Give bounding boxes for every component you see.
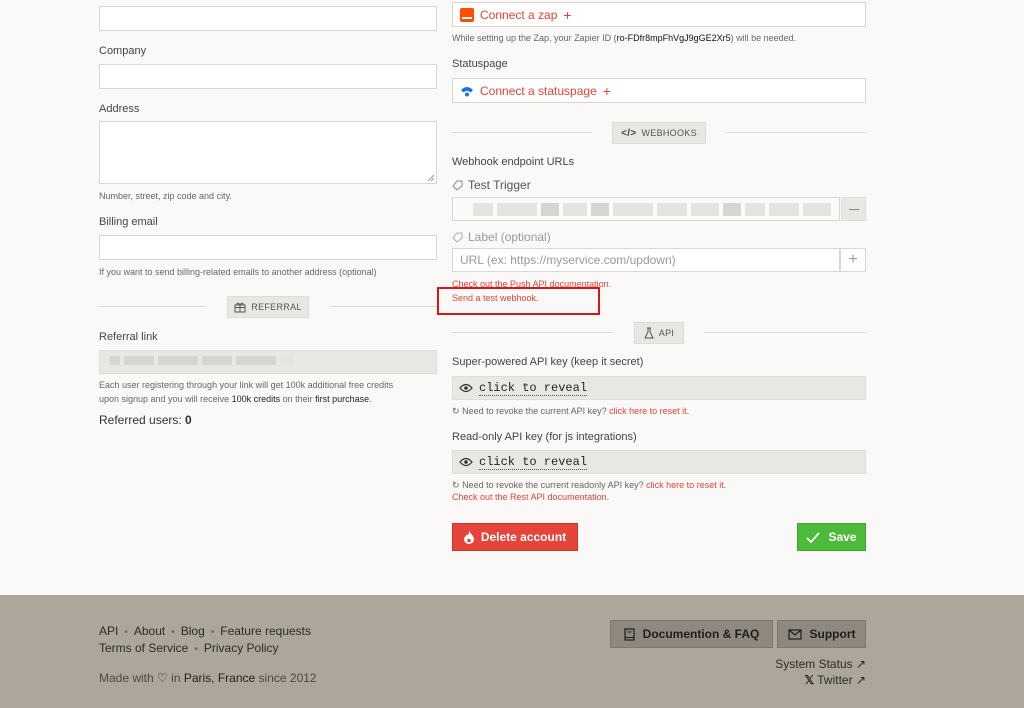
check-icon — [806, 531, 821, 543]
webhook-urls-label: Webhook endpoint URLs — [452, 156, 575, 168]
refresh-icon: ↻ — [452, 406, 460, 416]
footer-link-terms[interactable]: Terms of Service — [99, 641, 188, 655]
eye-icon — [459, 457, 473, 467]
readonly-key-reveal[interactable]: click to reveal — [452, 450, 866, 474]
system-status-link[interactable]: System Status ↗ — [775, 657, 866, 671]
heart-icon: ♡ — [157, 671, 168, 685]
webhooks-divider-right — [726, 132, 866, 133]
add-webhook-button[interactable]: + — [840, 248, 866, 272]
address-textarea[interactable] — [99, 121, 437, 184]
x-logo-icon: 𝕏 — [804, 673, 815, 687]
company-field[interactable] — [99, 64, 437, 89]
referral-link-label: Referral link — [99, 331, 158, 343]
api-divider-left — [452, 332, 614, 333]
new-webhook-url-field[interactable]: URL (ex: https://myservice.com/updown) — [452, 248, 840, 272]
referral-divider-right — [330, 306, 437, 307]
reset-readonly-key-link[interactable]: click here to reset it. — [646, 480, 726, 490]
flask-icon — [643, 327, 654, 339]
made-with-text: Made with ♡ in Paris, France since 2012 — [99, 671, 317, 685]
footer-link-api[interactable]: API — [99, 624, 118, 638]
connect-statuspage-label: Connect a statuspage — [480, 83, 597, 98]
save-button[interactable]: Save — [797, 523, 866, 551]
webhooks-divider-left — [452, 132, 592, 133]
referral-divider-left — [99, 306, 206, 307]
footer-link-privacy[interactable]: Privacy Policy — [204, 641, 279, 655]
api-chip-label: API — [658, 328, 675, 338]
twitter-link[interactable]: 𝕏 Twitter ↗ — [804, 673, 866, 687]
reset-api-key-link[interactable]: click here to reset it. — [609, 406, 689, 416]
api-key-label: Super-powered API key (keep it secret) — [452, 356, 644, 368]
rest-api-doc-link[interactable]: Check out the Rest API documentation. — [452, 492, 609, 502]
book-icon — [624, 627, 635, 641]
paris-link[interactable]: Paris, France — [184, 671, 255, 685]
address-help: Number, street, zip code and city. — [99, 191, 232, 201]
eye-icon — [459, 383, 473, 393]
billing-email-field[interactable] — [99, 235, 437, 260]
minus-icon — [848, 208, 859, 210]
documentation-faq-button[interactable]: Documention & FAQ — [610, 620, 773, 648]
footer-link-feature-requests[interactable]: Feature requests — [220, 624, 311, 638]
api-divider-right — [704, 332, 866, 333]
plus-icon: + — [848, 251, 858, 268]
revoke-api-help: ↻ Need to revoke the current API key? cl… — [452, 406, 690, 416]
referral-chip-label: REFERRAL — [251, 302, 302, 312]
footer-link-about[interactable]: About — [134, 624, 165, 638]
delete-account-button[interactable]: Delete account — [452, 523, 578, 551]
webhooks-chip: </> WEBHOOKS — [612, 122, 706, 144]
revoke-readonly-help: ↻ Need to revoke the current readonly AP… — [452, 480, 727, 490]
referral-help: Each user registering through your link … — [99, 380, 394, 404]
footer-link-blog[interactable]: Blog — [181, 624, 205, 638]
test-trigger-label-field[interactable]: Test Trigger — [452, 178, 531, 192]
tag-icon — [452, 180, 463, 191]
fire-icon — [463, 530, 474, 544]
plus-icon: + — [602, 82, 611, 99]
footer-links-row-2: Terms of Service • Privacy Policy — [99, 641, 279, 655]
new-webhook-label-field[interactable]: Label (optional) — [452, 230, 551, 244]
footer-links-row-1: API • About • Blog • Feature requests — [99, 624, 311, 638]
plus-icon: + — [563, 6, 572, 23]
connect-statuspage-button[interactable]: Connect a statuspage + — [452, 78, 866, 103]
referral-chip: REFERRAL — [227, 296, 309, 318]
statuspage-icon — [461, 86, 473, 96]
envelope-icon — [787, 628, 802, 640]
refresh-icon: ↻ — [452, 480, 460, 490]
connect-zap-button[interactable]: Connect a zap + — [452, 2, 866, 27]
code-icon: </> — [621, 127, 637, 139]
remove-webhook-button[interactable] — [841, 197, 866, 221]
support-button[interactable]: Support — [777, 620, 866, 648]
api-chip: API — [634, 322, 684, 344]
zapier-icon — [460, 7, 474, 22]
referred-users: Referred users: 0 — [99, 413, 192, 427]
billing-email-help: If you want to send billing-related emai… — [99, 267, 377, 277]
highlight-box — [437, 287, 600, 315]
referral-link-field[interactable] — [99, 350, 437, 374]
webhook-url-field[interactable] — [452, 197, 840, 221]
name-field[interactable] — [99, 6, 437, 31]
statuspage-label: Statuspage — [452, 58, 508, 70]
tag-icon — [452, 232, 463, 243]
webhooks-chip-label: WEBHOOKS — [641, 128, 697, 138]
company-label: Company — [99, 45, 147, 57]
billing-email-label: Billing email — [99, 216, 158, 228]
footer: API • About • Blog • Feature requests Terms of… — [0, 595, 1024, 708]
readonly-key-label: Read-only API key (for js integrations) — [452, 431, 637, 443]
address-label: Address — [99, 103, 140, 115]
api-key-reveal[interactable]: click to reveal — [452, 376, 866, 400]
connect-zap-label: Connect a zap — [480, 7, 558, 22]
resize-handle-icon[interactable] — [427, 174, 434, 181]
zapier-help: While setting up the Zap, your Zapier ID… — [452, 33, 797, 43]
gift-icon — [234, 302, 246, 313]
